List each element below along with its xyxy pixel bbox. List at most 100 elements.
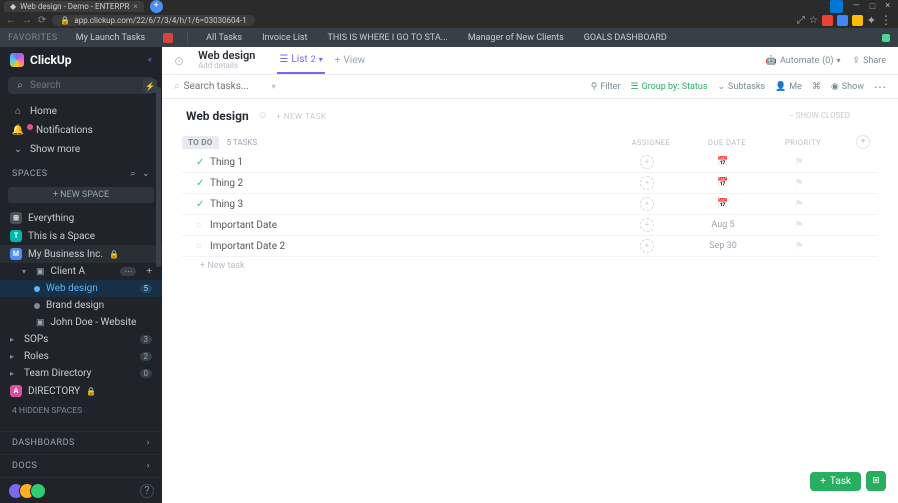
status-pill[interactable]: TO DO [182, 136, 219, 149]
add-task-inline[interactable]: + New task [182, 257, 878, 275]
collapse-sidebar-icon[interactable]: « [148, 55, 152, 65]
star-icon[interactable]: ☆ [809, 15, 818, 26]
more-icon[interactable]: ⋯ [120, 267, 136, 276]
due-date-cell[interactable]: 📅 [700, 157, 746, 167]
assignee-icon[interactable]: + [640, 218, 654, 232]
add-column-button[interactable]: + [856, 135, 870, 149]
sidebar-item-roles[interactable]: ▸ Roles 2 [0, 348, 162, 365]
sidebar-item-team-directory[interactable]: ▸ Team Directory 0 [0, 365, 162, 382]
search-input[interactable] [30, 80, 120, 91]
due-date-cell[interactable]: 📅 [700, 178, 746, 188]
task-name[interactable]: Thing 1 [206, 157, 243, 168]
due-date-cell[interactable]: Sep 30 [700, 241, 746, 251]
hidden-spaces[interactable]: 4 HIDDEN SPACES [0, 400, 162, 422]
assignee-icon[interactable]: + [640, 155, 654, 169]
info-icon[interactable]: ⊙ [259, 111, 267, 121]
show-closed-button[interactable]: ⎯ SHOW CLOSED [790, 111, 874, 121]
browser-tab[interactable]: ◆ Web design - Demo - ENTERPR × [4, 1, 144, 12]
pinned-item[interactable]: GOALS DASHBOARD [580, 31, 671, 45]
nav-show-more[interactable]: ⌄ Show more [0, 140, 162, 159]
space-this-is-a-space[interactable]: T This is a Space [0, 227, 162, 245]
col-header-assignee[interactable]: ASSIGNEE [628, 138, 674, 147]
favorite-color-icon[interactable] [163, 33, 173, 43]
task-row[interactable]: ▸ ✓ Thing 3 + 📅 ⚑ [182, 194, 878, 215]
space-my-business[interactable]: M My Business Inc. 🔒 [0, 245, 162, 263]
check-icon[interactable]: ✓ [196, 199, 206, 210]
restore-icon[interactable] [830, 0, 843, 13]
task-row[interactable]: ▸ ✓ Thing 2 + 📅 ⚑ [182, 173, 878, 194]
scrollbar[interactable] [156, 87, 161, 473]
sidebar-everything[interactable]: ⊞ Everything [0, 209, 162, 227]
automate-button[interactable]: 🤖 Automate (0) ▾ [766, 56, 841, 66]
apps-fab[interactable]: ⊞ [866, 471, 886, 491]
folder-john-doe[interactable]: ▣ John Doe - Website [0, 314, 162, 331]
task-row[interactable]: ▸ ○ Important Date 2 + Sep 30 ⚑ [182, 236, 878, 257]
translate-icon[interactable]: ⤢ [797, 15, 805, 26]
pinned-item[interactable]: THIS IS WHERE I GO TO STA... [323, 31, 451, 45]
search-spaces-icon[interactable]: ⌕ [130, 169, 136, 179]
task-row[interactable]: ▸ ✓ Thing 1 + 📅 ⚑ [182, 152, 878, 173]
reload-icon[interactable]: ⟳ [38, 15, 46, 26]
priority-flag-icon[interactable]: ⚑ [776, 178, 822, 189]
group-by-button[interactable]: ☰ Group by: Status [631, 82, 708, 92]
add-icon[interactable]: + [146, 266, 152, 277]
priority-flag-icon[interactable]: ⚑ [776, 157, 822, 168]
task-search-input[interactable] [184, 81, 264, 92]
maximize-icon[interactable]: □ [870, 1, 875, 12]
me-button[interactable]: 👤 Me [775, 82, 802, 92]
filter-button[interactable]: ⚲ Filter [591, 82, 621, 92]
assignees-icon[interactable]: ⌘ [812, 82, 821, 92]
assignee-icon[interactable]: + [640, 176, 654, 190]
status-indicator-icon[interactable] [882, 34, 890, 42]
extension-icon[interactable] [852, 15, 863, 26]
docs-header[interactable]: DOCS › [0, 454, 162, 477]
pinned-item[interactable]: Invoice List [258, 31, 311, 45]
assignee-icon[interactable]: + [640, 197, 654, 211]
status-icon[interactable]: ○ [196, 220, 206, 231]
favorite-item[interactable]: My Launch Tasks [72, 31, 149, 45]
priority-flag-icon[interactable]: ⚑ [776, 220, 822, 231]
check-icon[interactable]: ✓ [196, 178, 206, 189]
window-close-icon[interactable]: × [885, 1, 890, 11]
sidebar-search[interactable]: ⌕ ⚡ [8, 77, 154, 94]
space-directory[interactable]: A DIRECTORY 🔒 [0, 382, 162, 400]
extensions-menu-icon[interactable]: ✦ [867, 14, 876, 27]
pinned-item[interactable]: All Tasks [202, 31, 246, 45]
brand[interactable]: ClickUp « [0, 47, 162, 73]
quick-action-icon[interactable]: ⚡ [143, 79, 157, 93]
task-name[interactable]: Important Date 2 [206, 241, 285, 252]
sidebar-item-sops[interactable]: ▸ SOPs 3 [0, 331, 162, 348]
subtasks-button[interactable]: ⌄ Subtasks [717, 82, 765, 92]
extension-icon[interactable] [822, 15, 833, 26]
due-date-cell[interactable]: 📅 [700, 199, 746, 209]
status-icon[interactable]: ○ [196, 241, 206, 252]
task-name[interactable]: Important Date [206, 220, 277, 231]
col-header-due[interactable]: DUE DATE [704, 138, 750, 147]
help-icon[interactable]: ? [140, 484, 154, 498]
show-button[interactable]: ◉ Show [831, 82, 864, 92]
new-task-fab[interactable]: + Task [810, 472, 861, 491]
chevron-down-icon[interactable]: ⌄ [142, 169, 150, 179]
assignee-icon[interactable]: + [640, 239, 654, 253]
avatar[interactable] [30, 483, 46, 499]
new-space-button[interactable]: + NEW SPACE [8, 187, 154, 203]
back-icon[interactable]: ← [6, 15, 16, 26]
task-name[interactable]: Thing 2 [206, 178, 243, 189]
tab-list[interactable]: ☰ List 2 ▾ [277, 47, 324, 74]
close-icon[interactable]: × [133, 2, 137, 11]
page-subtitle[interactable]: Add details [198, 62, 255, 71]
col-header-priority[interactable]: PRIORITY [780, 138, 826, 147]
add-view-button[interactable]: + View [335, 55, 365, 66]
new-task-button[interactable]: + NEW TASK [276, 112, 326, 121]
priority-flag-icon[interactable]: ⚑ [776, 199, 822, 210]
due-date-cell[interactable]: Aug 5 [700, 220, 746, 230]
extension-icon[interactable] [837, 15, 848, 26]
share-button[interactable]: ⇪ Share [853, 56, 886, 66]
minimize-icon[interactable]: — [853, 1, 860, 11]
dashboards-header[interactable]: DASHBOARDS › [0, 431, 162, 454]
priority-flag-icon[interactable]: ⚑ [776, 241, 822, 252]
nav-notifications[interactable]: 🔔 Notifications [0, 121, 162, 140]
more-icon[interactable]: ⋯ [874, 80, 886, 94]
list-web-design[interactable]: Web design 5 [0, 280, 162, 297]
task-name[interactable]: Thing 3 [206, 199, 243, 210]
